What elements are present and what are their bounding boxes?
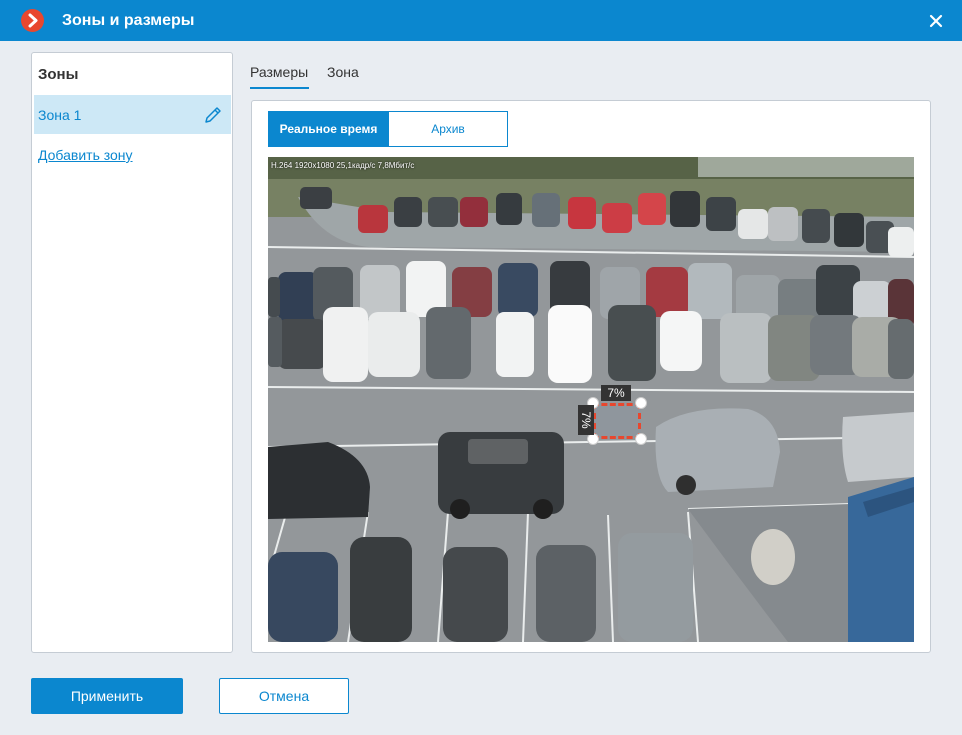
width-percent-label: 7% — [601, 385, 631, 401]
apply-button[interactable]: Применить — [31, 678, 183, 714]
zone-item-1[interactable]: Зона 1 — [34, 95, 231, 134]
app-logo-icon — [21, 9, 44, 32]
object-size-rectangle[interactable] — [593, 403, 641, 439]
zones-header: Зоны — [38, 66, 79, 83]
cancel-button[interactable]: Отмена — [219, 678, 349, 714]
close-icon[interactable] — [926, 11, 946, 31]
tab-sizes[interactable]: Размеры — [250, 64, 308, 80]
realtime-button[interactable]: Реальное время — [268, 111, 389, 147]
tab-zone[interactable]: Зона — [327, 64, 359, 80]
title-bar: Зоны и размеры — [0, 0, 962, 41]
zones-panel: Зоны Зона 1 Добавить зону — [31, 52, 233, 653]
zone-item-label: Зона 1 — [38, 107, 82, 123]
window-title: Зоны и размеры — [62, 12, 195, 29]
add-zone-link[interactable]: Добавить зону — [38, 147, 133, 163]
resize-handle-bottom-right[interactable] — [635, 433, 647, 445]
stream-info: H.264 1920x1080 25,1кадр/с 7,8Мбит/с — [271, 161, 415, 170]
pencil-icon[interactable] — [202, 104, 224, 126]
height-percent-label: 7% — [578, 405, 594, 435]
archive-button[interactable]: Архив — [388, 111, 508, 147]
active-tab-indicator — [250, 87, 309, 89]
resize-handle-top-right[interactable] — [635, 397, 647, 409]
